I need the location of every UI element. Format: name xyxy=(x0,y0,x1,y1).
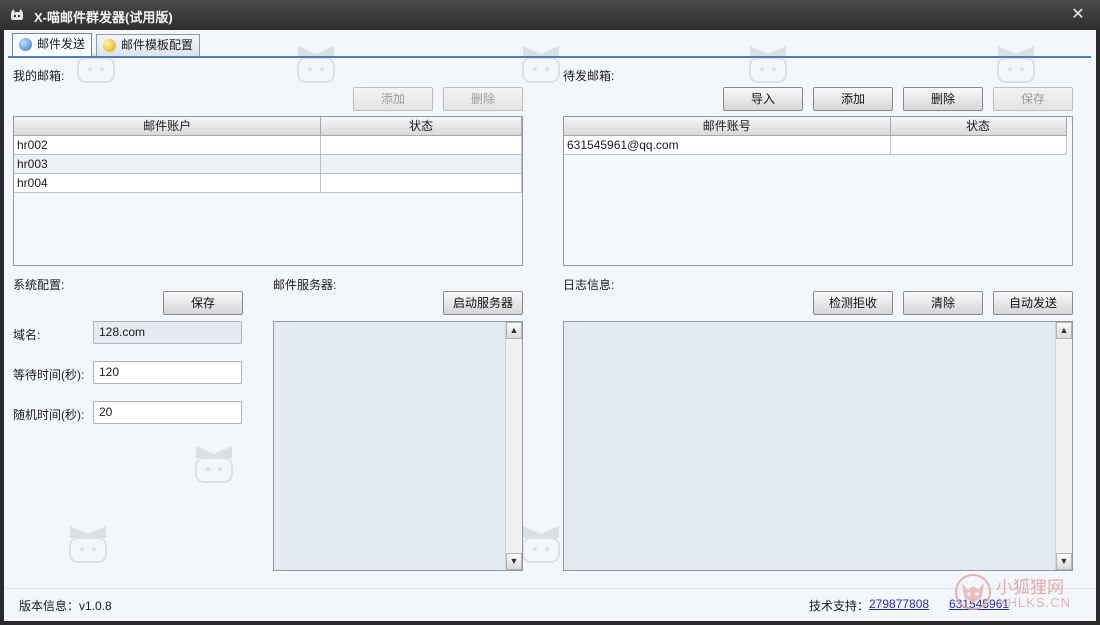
status-cell[interactable] xyxy=(890,135,1067,155)
site-watermark: 小狐狸网 XHLKS.CN xyxy=(954,571,1086,615)
save-config-button[interactable]: 保存 xyxy=(163,291,243,315)
account-cell[interactable]: hr002 xyxy=(14,135,322,155)
pending-mailbox-title: 待发邮箱: xyxy=(563,69,615,83)
server-output[interactable]: ▲ ▼ xyxy=(273,321,523,571)
system-config-title: 系统配置: xyxy=(13,278,65,292)
tab-label: 邮件发送 xyxy=(37,37,86,51)
account-cell[interactable]: hr004 xyxy=(14,173,322,193)
domain-label: 域名: xyxy=(13,328,41,342)
cat-watermark-icon xyxy=(297,46,335,83)
my-mailbox-title: 我的邮箱: xyxy=(13,69,65,83)
window-title: X-喵邮件群发器(试用版) xyxy=(34,10,173,25)
status-cell[interactable] xyxy=(320,135,522,155)
status-bar: 版本信息：v1.0.8 技术支持： 279877808 631545961 xyxy=(4,588,1096,621)
scroll-up-icon[interactable]: ▲ xyxy=(1056,322,1072,339)
clear-log-button[interactable]: 清除 xyxy=(903,291,983,315)
wait-time-label: 等待时间(秒): xyxy=(13,368,85,382)
table-row[interactable]: hr003 xyxy=(14,154,522,174)
column-header[interactable]: 状态 xyxy=(320,117,522,136)
cat-watermark-icon xyxy=(522,46,560,83)
domain-field[interactable]: 128.com xyxy=(93,321,242,344)
my-mailbox-table[interactable]: 邮件账户 状态 hr002 hr003 hr004 xyxy=(13,116,523,266)
scroll-down-icon[interactable]: ▼ xyxy=(506,553,522,570)
blue-globe-icon xyxy=(19,38,32,51)
title-bar[interactable]: X-喵邮件群发器(试用版) ✕ xyxy=(0,0,1100,30)
close-icon[interactable]: ✕ xyxy=(1068,5,1088,25)
status-cell[interactable] xyxy=(320,173,522,193)
client-area: 邮件发送 邮件模板配置 我的邮箱: 添加 删除 邮件账户 状态 hr002 hr… xyxy=(4,30,1096,621)
detect-reject-button[interactable]: 检测拒收 xyxy=(813,291,893,315)
column-header[interactable]: 邮件账户 xyxy=(14,117,322,136)
table-row[interactable]: hr002 xyxy=(14,135,522,155)
delete-pending-button[interactable]: 删除 xyxy=(903,87,983,111)
import-button[interactable]: 导入 xyxy=(723,87,803,111)
vertical-scrollbar[interactable]: ▲ ▼ xyxy=(505,322,522,570)
table-header: 邮件账户 状态 xyxy=(14,117,522,136)
tab-divider xyxy=(8,56,1091,58)
column-header[interactable]: 状态 xyxy=(890,117,1067,136)
app-window: X-喵邮件群发器(试用版) ✕ 邮件发送 邮件模板配置 我的邮箱: 添加 删除 xyxy=(0,0,1100,625)
add-pending-button[interactable]: 添加 xyxy=(813,87,893,111)
support-label: 技术支持： xyxy=(809,599,870,613)
random-time-field[interactable]: 20 xyxy=(93,401,242,424)
delete-mailbox-button[interactable]: 删除 xyxy=(443,87,523,111)
table-row[interactable]: 631545961@qq.com xyxy=(564,135,1067,155)
wait-time-field[interactable]: 120 xyxy=(93,361,242,384)
cat-watermark-icon xyxy=(69,526,107,563)
start-server-button[interactable]: 启动服务器 xyxy=(443,291,523,315)
scroll-up-icon[interactable]: ▲ xyxy=(506,322,522,339)
table-row[interactable]: hr004 xyxy=(14,173,522,193)
vertical-scrollbar[interactable]: ▲ ▼ xyxy=(1055,322,1072,570)
column-header[interactable]: 邮件账号 xyxy=(564,117,891,136)
account-cell[interactable]: hr003 xyxy=(14,154,322,174)
pending-mailbox-table[interactable]: 邮件账号 状态 631545961@qq.com xyxy=(563,116,1073,266)
mail-server-title: 邮件服务器: xyxy=(273,278,337,292)
account-cell[interactable]: 631545961@qq.com xyxy=(564,135,891,155)
fox-logo-icon xyxy=(955,574,991,610)
support-link-1[interactable]: 279877808 xyxy=(869,597,929,611)
tab-label: 邮件模板配置 xyxy=(121,38,194,52)
log-title: 日志信息: xyxy=(563,278,615,292)
tab-template-config[interactable]: 邮件模板配置 xyxy=(96,34,201,56)
scroll-down-icon[interactable]: ▼ xyxy=(1056,553,1072,570)
yellow-globe-icon xyxy=(103,39,116,52)
random-time-label: 随机时间(秒): xyxy=(13,408,85,422)
log-output[interactable]: ▲ ▼ xyxy=(563,321,1073,571)
watermark-url: XHLKS.CN xyxy=(998,595,1072,610)
tab-mail-send[interactable]: 邮件发送 xyxy=(12,33,93,57)
cat-watermark-icon xyxy=(997,46,1035,83)
status-cell[interactable] xyxy=(320,154,522,174)
version-info: 版本信息：v1.0.8 xyxy=(19,599,112,613)
app-cat-icon xyxy=(11,9,23,20)
table-header: 邮件账号 状态 xyxy=(564,117,1067,136)
auto-send-button[interactable]: 自动发送 xyxy=(993,291,1073,315)
cat-watermark-icon xyxy=(195,446,233,483)
add-mailbox-button[interactable]: 添加 xyxy=(353,87,433,111)
cat-watermark-icon xyxy=(522,526,560,563)
cat-watermark-icon xyxy=(749,46,787,83)
save-pending-button[interactable]: 保存 xyxy=(993,87,1073,111)
